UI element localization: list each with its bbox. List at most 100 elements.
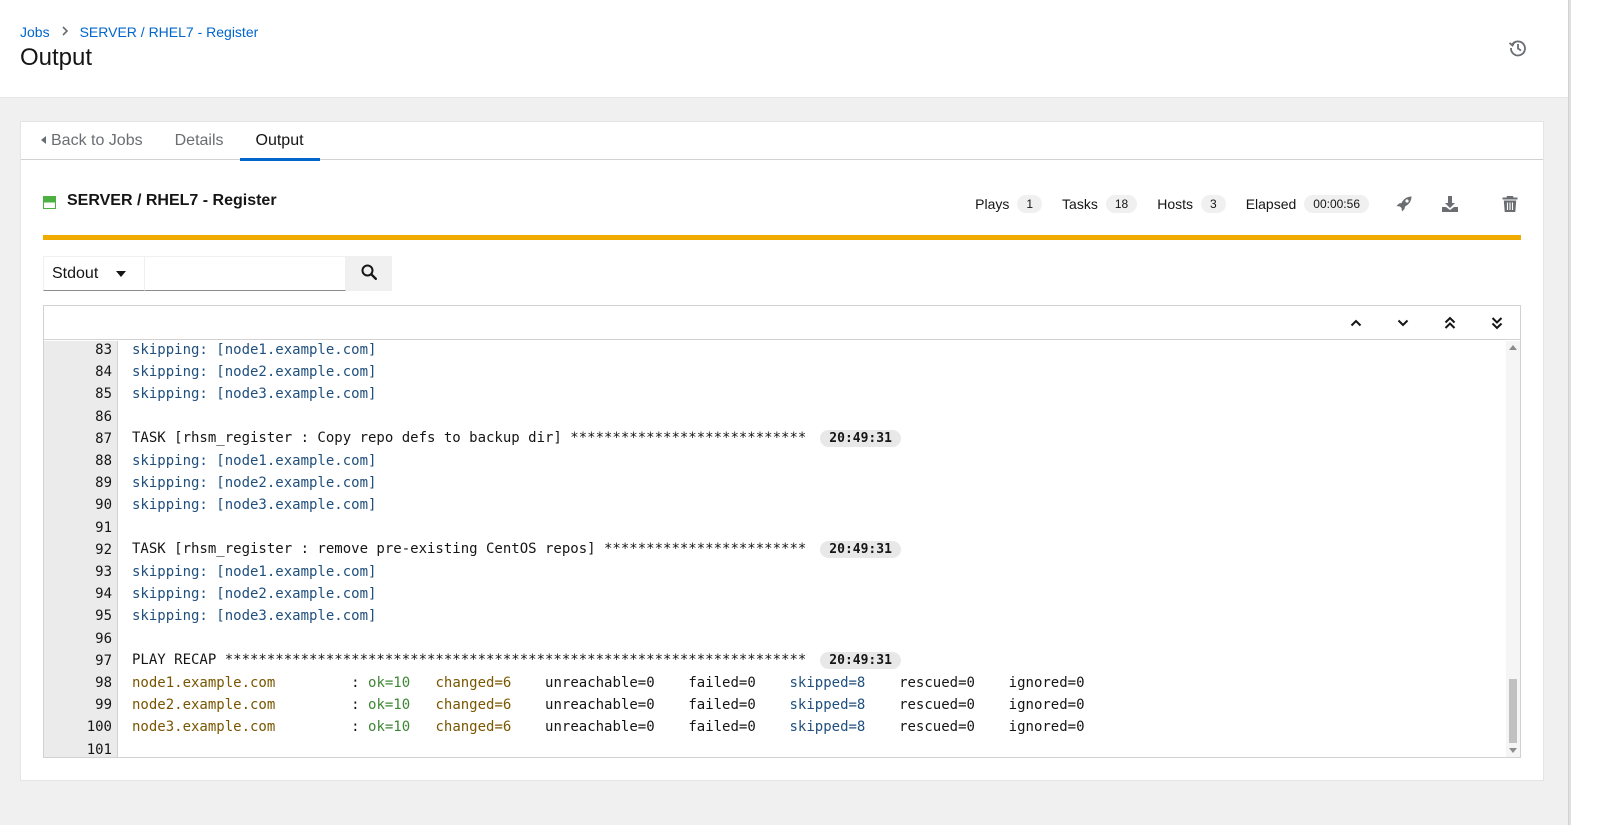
trash-icon[interactable] [1499,193,1521,215]
line-number: 94 [95,586,112,603]
job-stats: Plays 1 Tasks 18 Hosts 3 Elapsed 00:00:5… [955,192,1521,216]
recap-changed: changed=6 [435,675,512,691]
task-timestamp-badge: 20:49:31 [820,430,901,448]
line-number: 95 [95,608,112,625]
breadcrumb: Jobs SERVER / RHEL7 - Register [20,24,258,40]
download-icon[interactable] [1439,193,1461,215]
log-message: skipping: [node3.example.com] [132,386,377,403]
plays-count-badge: 1 [1017,195,1043,213]
job-output-card: Back to Jobs Details Output SERVER / RHE… [20,121,1544,781]
log-line: 86 [44,406,1506,428]
line-number: 85 [95,386,112,403]
output-scrollbar[interactable] [1506,341,1520,757]
scroll-down-arrow-icon[interactable] [1509,748,1517,753]
scroll-up-arrow-icon[interactable] [1509,345,1517,350]
log-line: 101 [44,739,1506,757]
output-search-input[interactable] [145,256,346,291]
log-line: 100 node3.example.com : ok=10 changed=6 u… [44,716,1506,738]
recap-ignored: ignored=0 [1008,697,1085,714]
elapsed-stat: Elapsed 00:00:56 [1246,195,1369,213]
log-message: skipping: [node2.example.com] [132,475,377,492]
history-icon[interactable] [1508,38,1528,58]
rocket-icon[interactable] [1393,193,1415,215]
line-number: 91 [95,519,112,536]
log-line: 95 skipping: [node3.example.com] [44,605,1506,627]
plays-stat: Plays 1 [975,195,1043,213]
recap-host: node1.example.com [132,675,352,691]
recap-changed: changed=6 [435,697,512,714]
log-line: 85 skipping: [node3.example.com] [44,383,1506,405]
recap-ignored: ignored=0 [1008,719,1085,736]
line-number: 92 [95,541,112,558]
angle-double-down-icon[interactable] [1487,313,1507,333]
log-text: skipping: [node3.example.com] [132,386,376,402]
log-message: skipping: [node2.example.com] [132,586,377,603]
line-number: 84 [95,364,112,381]
log-message: skipping: [node3.example.com] [132,608,377,625]
angle-double-up-icon[interactable] [1440,313,1460,333]
tab-back-to-jobs[interactable]: Back to Jobs [21,122,159,160]
log-line: 84 skipping: [node2.example.com] [44,361,1506,383]
hosts-count-badge: 3 [1201,195,1226,213]
log-message: skipping: [node3.example.com] [132,497,377,514]
tasks-count-badge: 18 [1105,195,1138,213]
log-message: skipping: [node1.example.com] [132,564,377,580]
log-line: 91 [44,517,1506,539]
output-type-select[interactable]: Stdout [43,256,145,291]
recap-skipped: skipped=8 [789,697,866,714]
log-line: 92 TASK [rhsm_register : remove pre-exist… [44,539,1506,561]
line-number: 86 [95,408,112,425]
hosts-stat: Hosts 3 [1157,195,1226,213]
recap-ok: ok=10 [368,697,411,714]
log-text: TASK [rhsm_register : Copy repo defs to … [132,430,901,448]
scrollbar-thumb[interactable] [1509,679,1517,743]
output-filter: Stdout [43,256,392,292]
log-text: skipping: [node3.example.com] [132,608,376,624]
recap-host: node3.example.com [132,719,352,736]
line-number: 100 [86,719,112,736]
log-message: skipping: [node1.example.com] [132,453,377,469]
recap-ok: ok=10 [368,719,411,736]
tab-details[interactable]: Details [159,122,240,160]
log-text: skipping: [node2.example.com] [132,586,376,602]
recap-changed: changed=6 [435,719,512,736]
breadcrumb-job-link[interactable]: SERVER / RHEL7 - Register [80,24,259,40]
angle-down-icon[interactable] [1393,313,1413,333]
recap-separator: : [351,697,369,714]
task-timestamp-badge: 20:49:31 [820,652,901,670]
line-number: 96 [95,630,112,647]
log-line: 99 node2.example.com : ok=10 changed=6 un… [44,694,1506,716]
tab-label: Back to Jobs [51,132,143,149]
angle-up-icon[interactable] [1346,313,1366,333]
log-text: skipping: [node2.example.com] [132,364,376,380]
log-line: 94 skipping: [node2.example.com] [44,583,1506,605]
recap-failed: failed=0 [688,675,756,691]
tab-output[interactable]: Output [239,122,320,161]
recap-skipped: skipped=8 [789,675,866,691]
breadcrumb-jobs-link[interactable]: Jobs [20,24,50,40]
log-text: PLAY RECAP *****************************… [132,652,901,670]
recap-host: node2.example.com [132,697,352,714]
recap-separator: : [351,719,369,736]
recap-unreachable: unreachable=0 [545,719,655,736]
job-status-icon [43,196,56,209]
log-text: skipping: [node1.example.com] [132,342,376,358]
caret-left-icon [41,136,46,144]
output-toolbar [44,306,1520,340]
log-line: 90 skipping: [node3.example.com] [44,494,1506,516]
search-button[interactable] [346,256,392,291]
line-number: 89 [95,475,112,492]
log-line: 89 skipping: [node2.example.com] [44,472,1506,494]
page-header: Jobs SERVER / RHEL7 - Register Output [0,0,1568,98]
line-number: 88 [95,453,112,469]
log-line: 97 PLAY RECAP ***************************… [44,650,1506,672]
line-number: 87 [95,430,112,447]
recap-unreachable: unreachable=0 [545,675,655,691]
job-progress-bar [43,235,1521,240]
tab-bar: Back to Jobs Details Output [21,122,1543,161]
tasks-stat: Tasks 18 [1062,195,1138,213]
task-header: TASK [rhsm_register : Copy repo defs to … [132,430,807,447]
tab-label: Output [255,132,304,149]
task-header: PLAY RECAP *****************************… [132,652,807,669]
log-text: TASK [rhsm_register : remove pre-existin… [132,541,901,559]
